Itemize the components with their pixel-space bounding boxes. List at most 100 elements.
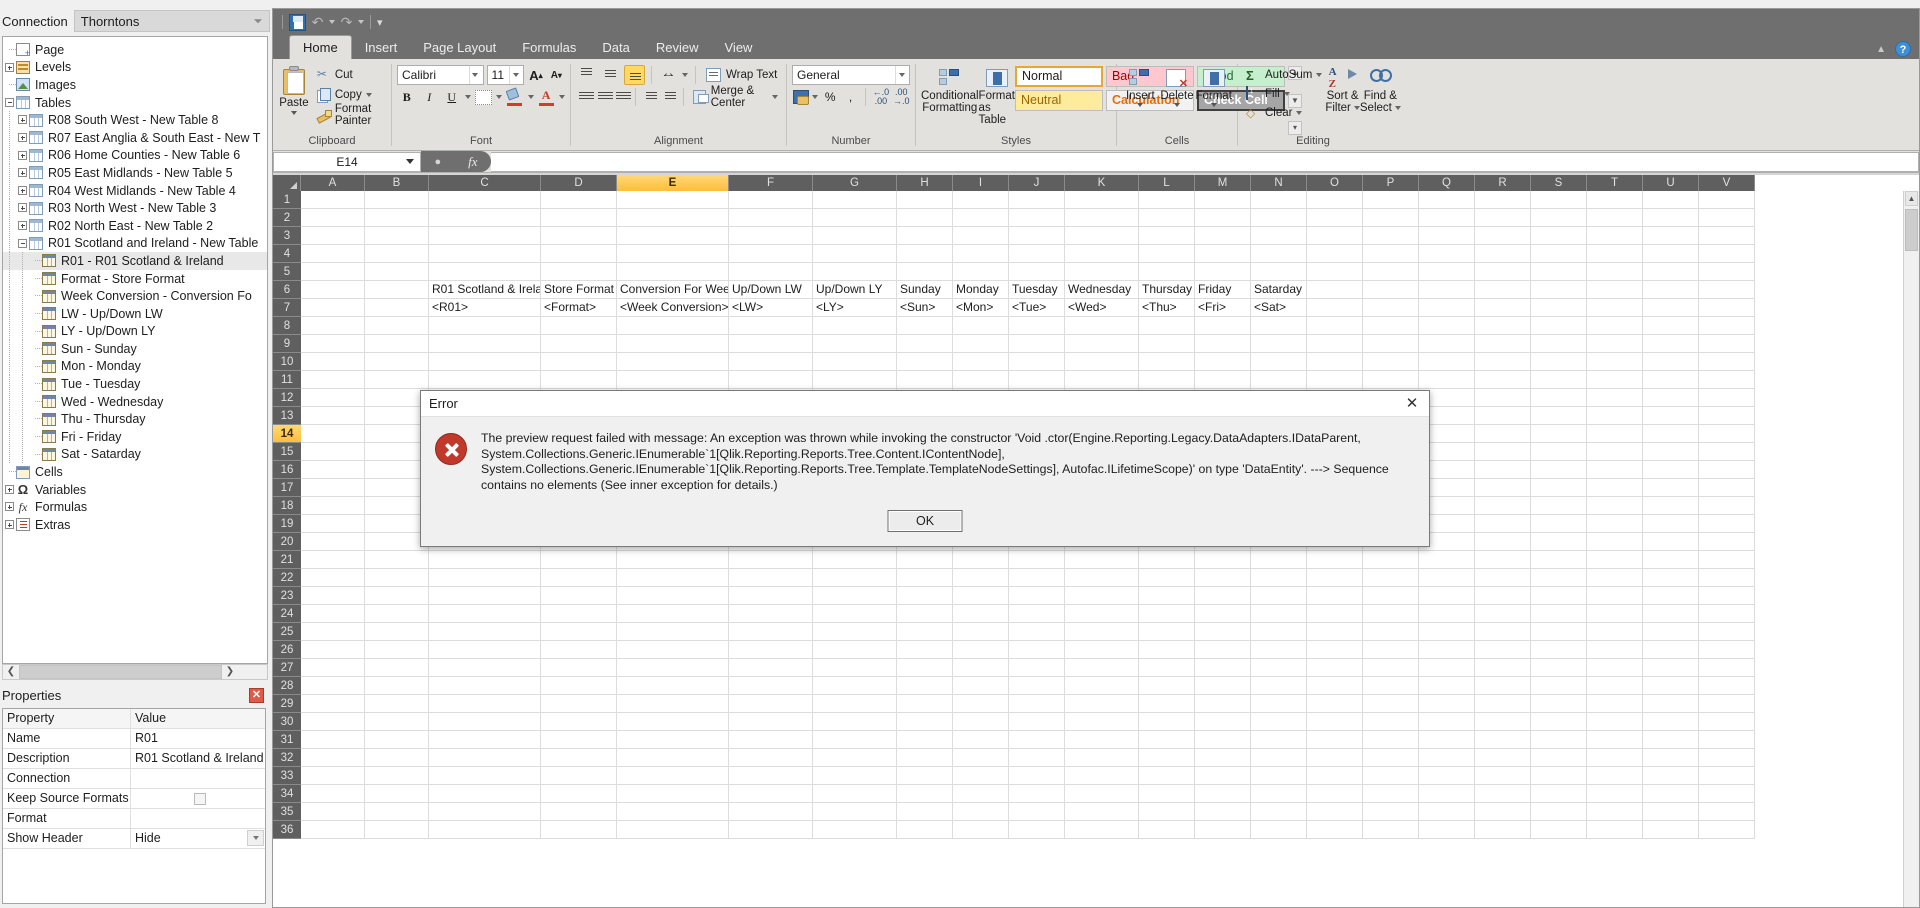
cell-E25[interactable]	[617, 623, 729, 641]
cell-P25[interactable]	[1363, 623, 1419, 641]
cell-R22[interactable]	[1475, 569, 1531, 587]
tree-item[interactable]: R02 North East - New Table 2	[3, 216, 267, 235]
tree-item[interactable]: R01 - R01 Scotland & Ireland	[3, 252, 267, 270]
row-header-12[interactable]: 12	[273, 389, 301, 407]
tree-item[interactable]: Sun - Sunday	[3, 340, 267, 358]
row-header-32[interactable]: 32	[273, 749, 301, 767]
tree-expander-icon[interactable]	[3, 516, 16, 534]
cell-G26[interactable]	[813, 641, 897, 659]
cell-R14[interactable]	[1475, 425, 1531, 443]
row-header-5[interactable]: 5	[273, 263, 301, 281]
cell-R19[interactable]	[1475, 515, 1531, 533]
cell-V9[interactable]	[1699, 335, 1755, 353]
cell-I34[interactable]	[953, 785, 1009, 803]
cell-S32[interactable]	[1531, 749, 1587, 767]
cell-D30[interactable]	[541, 713, 617, 731]
cell-U28[interactable]	[1643, 677, 1699, 695]
cell-G10[interactable]	[813, 353, 897, 371]
cell-C33[interactable]	[429, 767, 541, 785]
cell-R7[interactable]	[1475, 299, 1531, 317]
cell-M34[interactable]	[1195, 785, 1251, 803]
cell-V4[interactable]	[1699, 245, 1755, 263]
cell-T23[interactable]	[1587, 587, 1643, 605]
cell-T13[interactable]	[1587, 407, 1643, 425]
cell-A30[interactable]	[301, 713, 365, 731]
cell-J21[interactable]	[1009, 551, 1065, 569]
cell-N34[interactable]	[1251, 785, 1307, 803]
cell-I5[interactable]	[953, 263, 1009, 281]
tab-formulas[interactable]: Formulas	[509, 36, 589, 59]
row-header-14[interactable]: 14	[273, 425, 301, 443]
font-size-combo[interactable]: 11	[486, 65, 525, 85]
tree-item[interactable]: Wed - Wednesday	[3, 392, 267, 411]
cell-K26[interactable]	[1065, 641, 1139, 659]
cell-E6[interactable]: Conversion For Week	[617, 281, 729, 299]
cell-D10[interactable]	[541, 353, 617, 371]
cell-S24[interactable]	[1531, 605, 1587, 623]
column-header-Q[interactable]: Q	[1419, 175, 1475, 191]
cell-V19[interactable]	[1699, 515, 1755, 533]
cell-H11[interactable]	[897, 371, 953, 389]
cell-G25[interactable]	[813, 623, 897, 641]
cell-F29[interactable]	[729, 695, 813, 713]
cell-T10[interactable]	[1587, 353, 1643, 371]
align-right-button[interactable]	[613, 87, 632, 107]
cell-I24[interactable]	[953, 605, 1009, 623]
cell-L31[interactable]	[1139, 731, 1195, 749]
cell-O9[interactable]	[1307, 335, 1363, 353]
cell-O25[interactable]	[1307, 623, 1363, 641]
cell-R33[interactable]	[1475, 767, 1531, 785]
cell-V25[interactable]	[1699, 623, 1755, 641]
cell-P30[interactable]	[1363, 713, 1419, 731]
cell-V26[interactable]	[1699, 641, 1755, 659]
cell-F9[interactable]	[729, 335, 813, 353]
cell-J30[interactable]	[1009, 713, 1065, 731]
cell-B23[interactable]	[365, 587, 429, 605]
cell-H21[interactable]	[897, 551, 953, 569]
cell-Q3[interactable]	[1419, 227, 1475, 245]
cell-V3[interactable]	[1699, 227, 1755, 245]
cell-N9[interactable]	[1251, 335, 1307, 353]
cell-T4[interactable]	[1587, 245, 1643, 263]
cell-L21[interactable]	[1139, 551, 1195, 569]
cell-C11[interactable]	[429, 371, 541, 389]
cell-J26[interactable]	[1009, 641, 1065, 659]
paste-button[interactable]: Paste	[278, 64, 310, 135]
cell-F35[interactable]	[729, 803, 813, 821]
cell-F1[interactable]	[729, 191, 813, 209]
cell-T19[interactable]	[1587, 515, 1643, 533]
tree-expander-icon[interactable]	[16, 182, 29, 200]
cell-H4[interactable]	[897, 245, 953, 263]
cell-S8[interactable]	[1531, 317, 1587, 335]
cell-R27[interactable]	[1475, 659, 1531, 677]
cell-C27[interactable]	[429, 659, 541, 677]
cell-I4[interactable]	[953, 245, 1009, 263]
font-family-combo[interactable]: Calibri	[397, 65, 484, 85]
cell-I11[interactable]	[953, 371, 1009, 389]
cell-J4[interactable]	[1009, 245, 1065, 263]
tree-expander-icon[interactable]	[3, 59, 16, 77]
cell-area[interactable]: R01 Scotland & IrelandStore FormatConver…	[301, 191, 1919, 907]
cell-U1[interactable]	[1643, 191, 1699, 209]
cell-V6[interactable]	[1699, 281, 1755, 299]
cell-K9[interactable]	[1065, 335, 1139, 353]
cell-F22[interactable]	[729, 569, 813, 587]
percent-style-button[interactable]: %	[821, 87, 838, 107]
cell-S1[interactable]	[1531, 191, 1587, 209]
cell-R35[interactable]	[1475, 803, 1531, 821]
cell-N26[interactable]	[1251, 641, 1307, 659]
cell-K32[interactable]	[1065, 749, 1139, 767]
cell-C31[interactable]	[429, 731, 541, 749]
cell-J34[interactable]	[1009, 785, 1065, 803]
cell-J2[interactable]	[1009, 209, 1065, 227]
row-header-2[interactable]: 2	[273, 209, 301, 227]
cell-U8[interactable]	[1643, 317, 1699, 335]
cell-S10[interactable]	[1531, 353, 1587, 371]
tree-item[interactable]: Page	[3, 41, 267, 59]
column-header-J[interactable]: J	[1009, 175, 1065, 191]
column-header-K[interactable]: K	[1065, 175, 1139, 191]
cell-Q31[interactable]	[1419, 731, 1475, 749]
cell-U35[interactable]	[1643, 803, 1699, 821]
cell-Q11[interactable]	[1419, 371, 1475, 389]
cell-R25[interactable]	[1475, 623, 1531, 641]
